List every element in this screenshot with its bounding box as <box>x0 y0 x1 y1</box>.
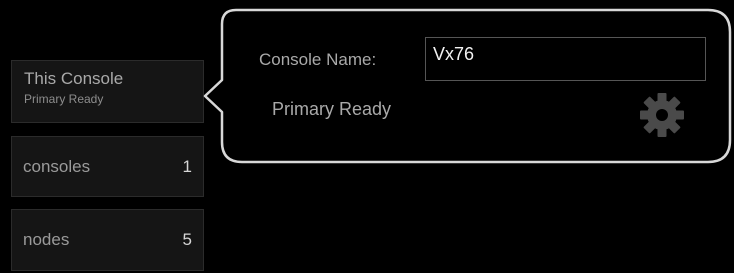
console-name-input[interactable]: Vx76 <box>425 37 706 81</box>
this-console-tile[interactable]: This Console Primary Ready <box>11 60 204 123</box>
consoles-count: 1 <box>182 156 192 176</box>
console-name-label: Console Name: <box>259 50 377 69</box>
console-name-value: Vx76 <box>433 44 475 64</box>
consoles-tile[interactable]: consoles 1 <box>11 136 204 197</box>
console-info-popover: Console Name: Vx76 Primary Ready <box>203 8 733 166</box>
gear-icon[interactable] <box>637 90 687 140</box>
nodes-row: nodes 5 <box>23 230 192 250</box>
consoles-label: consoles <box>23 156 91 176</box>
nodes-label: nodes <box>23 230 70 249</box>
popover-outline <box>203 8 732 164</box>
consoles-row: consoles 1 <box>23 157 192 177</box>
nodes-count: 5 <box>182 230 192 249</box>
console-status-text: Primary Ready <box>272 99 392 119</box>
this-console-status: Primary Ready <box>24 92 104 106</box>
app-root: This Console Primary Ready consoles 1 no… <box>0 0 734 273</box>
this-console-title: This Console <box>24 69 124 88</box>
gear-icon-graphic <box>640 93 684 137</box>
nodes-tile[interactable]: nodes 5 <box>11 209 204 271</box>
